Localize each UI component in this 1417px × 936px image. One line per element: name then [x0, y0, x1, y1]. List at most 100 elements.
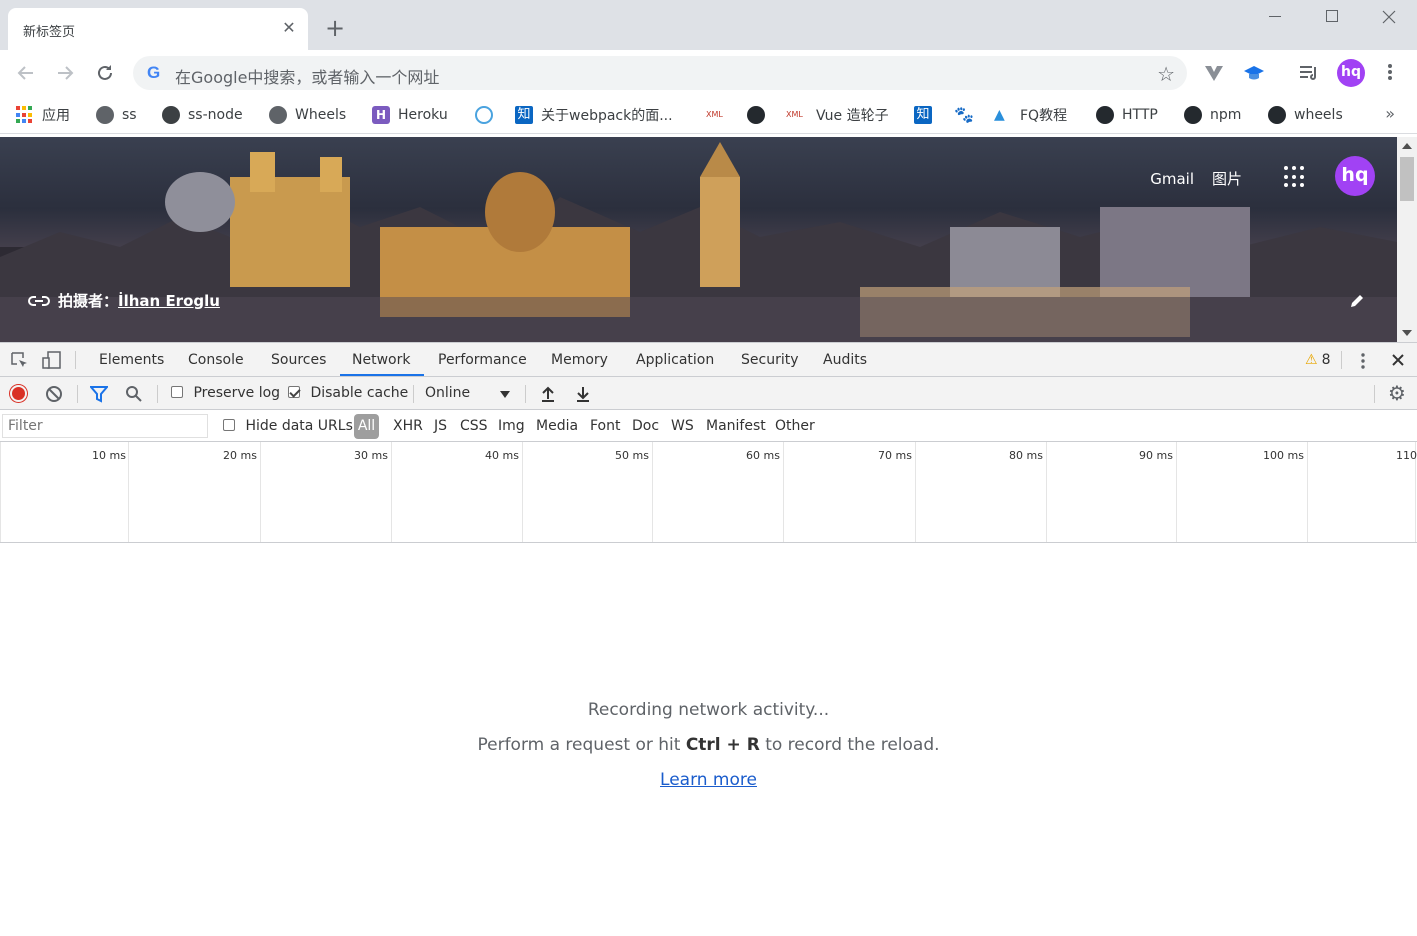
tab-memory[interactable]: Memory: [551, 352, 608, 368]
timeline-gridline: [128, 442, 129, 542]
tab-application[interactable]: Application: [636, 352, 714, 368]
bookmark-label: npm: [1210, 107, 1242, 123]
import-har-upload-icon[interactable]: [540, 385, 556, 403]
divider: [157, 385, 158, 403]
back-button[interactable]: [14, 61, 38, 85]
bookmark-baidu[interactable]: 🐾: [954, 104, 974, 126]
cloud-icon: [475, 106, 493, 124]
minimize-button[interactable]: [1252, 4, 1298, 30]
record-button-icon[interactable]: [10, 385, 27, 402]
bookmark-wheels[interactable]: Wheels: [269, 104, 346, 126]
hide-data-urls-checkbox[interactable]: Hide data URLs: [223, 418, 353, 434]
profile-avatar[interactable]: hq: [1337, 59, 1365, 87]
google-account-avatar[interactable]: hq: [1335, 156, 1375, 196]
filter-type-img[interactable]: Img: [498, 418, 525, 434]
filter-type-font[interactable]: Font: [590, 418, 620, 434]
devtools-menu-icon[interactable]: [1359, 353, 1367, 373]
bookmark-label: FQ教程: [1020, 108, 1068, 124]
bookmark-xml[interactable]: XML: [706, 104, 728, 126]
filter-type-ws[interactable]: WS: [671, 418, 694, 434]
filter-type-xhr[interactable]: XHR: [393, 418, 423, 434]
scroll-up-icon[interactable]: [1402, 143, 1412, 149]
bookmark-wheels-github[interactable]: wheels: [1268, 104, 1343, 126]
filter-input[interactable]: [2, 414, 208, 438]
device-toolbar-icon[interactable]: [42, 351, 62, 369]
tab-audits[interactable]: Audits: [823, 352, 867, 368]
warning-counter[interactable]: ⚠ 8: [1305, 352, 1330, 368]
tab-new-tab[interactable]: 新标签页 ✕: [8, 8, 308, 50]
omnibox[interactable]: G 在Google中搜索，或者输入一个网址 ☆: [133, 56, 1187, 90]
tab-sources[interactable]: Sources: [271, 352, 326, 368]
forward-button[interactable]: [53, 61, 77, 85]
bookmark-github[interactable]: [747, 104, 765, 126]
chrome-menu-icon[interactable]: [1381, 62, 1399, 84]
bookmark-webpack-article[interactable]: 知 关于webpack的面...: [515, 104, 673, 126]
bookmark-apps[interactable]: 应用: [16, 104, 70, 126]
bookmark-ss[interactable]: ss: [96, 104, 137, 126]
media-playlist-icon[interactable]: [1298, 62, 1320, 84]
tab-close-icon[interactable]: ✕: [280, 19, 298, 37]
photo-credit[interactable]: 拍摄者： İlhan Eroglu: [28, 290, 220, 311]
tab-console[interactable]: Console: [188, 352, 244, 368]
settings-gear-icon[interactable]: ⚙: [1388, 383, 1406, 403]
graduation-cap-icon[interactable]: [1243, 62, 1265, 84]
bookmark-cloud[interactable]: [475, 104, 493, 126]
scrollbar-thumb[interactable]: [1400, 157, 1414, 201]
tab-network[interactable]: Network: [352, 352, 410, 368]
network-empty-state: Recording network activity... Perform a …: [0, 543, 1417, 936]
window-close-button[interactable]: [1366, 4, 1412, 30]
network-overview-timeline[interactable]: 10 ms 20 ms 30 ms 40 ms 50 ms 60 ms 70 m…: [0, 442, 1417, 543]
throttling-select[interactable]: Online: [425, 385, 470, 401]
learn-more-link[interactable]: Learn more: [660, 770, 757, 790]
devtools-close-icon[interactable]: [1392, 354, 1404, 366]
bookmark-label: ss: [122, 107, 137, 123]
clear-icon[interactable]: [45, 385, 63, 403]
minimize-icon: [1269, 16, 1281, 17]
filter-type-media[interactable]: Media: [536, 418, 578, 434]
globe-icon: [96, 106, 114, 124]
chevron-down-icon[interactable]: [500, 391, 510, 398]
google-top-links: Gmail 图片: [1150, 168, 1242, 189]
github-icon: [1184, 106, 1202, 124]
new-tab-button[interactable]: +: [322, 15, 348, 41]
bookmark-label: wheels: [1294, 107, 1343, 123]
gmail-link[interactable]: Gmail: [1150, 170, 1194, 188]
bookmarks-overflow-chevron-icon[interactable]: »: [1385, 104, 1395, 123]
bookmark-http[interactable]: HTTP: [1096, 104, 1158, 126]
divider: [413, 385, 414, 403]
bookmark-vue-wheels[interactable]: XML Vue 造轮子: [786, 104, 889, 126]
filter-type-all[interactable]: All: [354, 414, 379, 439]
search-icon[interactable]: [125, 385, 143, 403]
tab-elements[interactable]: Elements: [99, 352, 164, 368]
bookmark-fq[interactable]: ▲ FQ教程: [994, 104, 1067, 126]
reload-button[interactable]: [93, 61, 117, 85]
export-har-download-icon[interactable]: [575, 385, 591, 403]
scroll-down-icon[interactable]: [1402, 330, 1412, 336]
bookmark-heroku[interactable]: H Heroku: [372, 104, 448, 126]
vue-extension-icon[interactable]: [1203, 62, 1225, 84]
filter-type-doc[interactable]: Doc: [632, 418, 659, 434]
tab-security[interactable]: Security: [741, 352, 799, 368]
maximize-button[interactable]: [1309, 4, 1355, 30]
filter-type-other[interactable]: Other: [775, 418, 815, 434]
checkbox-checked-icon: [288, 386, 300, 398]
reload-shortcut: Ctrl + R: [685, 735, 760, 755]
filter-type-js[interactable]: JS: [434, 418, 447, 434]
bookmark-zhihu[interactable]: 知: [914, 104, 932, 126]
divider: [1341, 351, 1342, 369]
filter-type-css[interactable]: CSS: [460, 418, 488, 434]
page-scrollbar[interactable]: [1397, 137, 1417, 342]
tab-performance[interactable]: Performance: [438, 352, 527, 368]
edit-pencil-icon[interactable]: [1349, 293, 1365, 309]
filter-icon[interactable]: [90, 385, 108, 403]
bookmark-ss-node[interactable]: ss-node: [162, 104, 243, 126]
disable-cache-checkbox[interactable]: Disable cache: [288, 385, 408, 401]
bookmark-star-icon[interactable]: ☆: [1157, 62, 1175, 86]
images-link[interactable]: 图片: [1212, 168, 1242, 189]
bookmark-npm[interactable]: npm: [1184, 104, 1241, 126]
google-apps-icon[interactable]: [1284, 166, 1306, 188]
preserve-log-checkbox[interactable]: Preserve log: [171, 385, 280, 401]
recording-message: Recording network activity...: [587, 700, 830, 720]
filter-type-manifest[interactable]: Manifest: [706, 418, 766, 434]
inspect-element-icon[interactable]: [10, 351, 28, 369]
